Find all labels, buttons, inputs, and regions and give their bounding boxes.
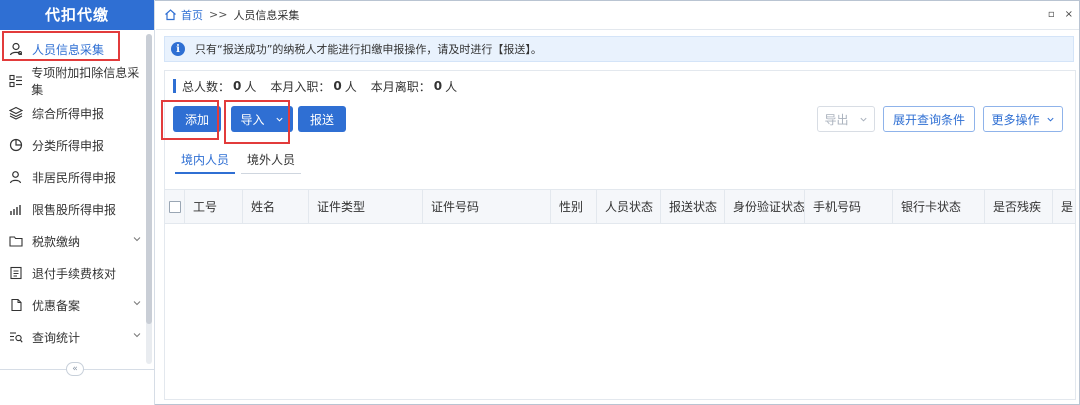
sidebar-item-special-deduction[interactable]: 专项附加扣除信息采集 [0,65,146,97]
sidebar-item-label: 人员信息采集 [32,42,105,57]
stats-accent-bar [173,79,176,93]
sidebar: 代扣代缴 人员信息采集 专项附加扣除信息采集 综合所得申报 分类所得申报 非居民… [0,0,155,405]
breadcrumb-separator: >> [209,8,228,21]
person-tabs: 境内人员 境外人员 [175,151,307,174]
tab-domestic[interactable]: 境内人员 [175,151,236,174]
select-all-cell [165,190,185,224]
sidebar-collapse-button[interactable]: « [66,362,84,376]
column-header[interactable]: 证件类型 [309,190,423,224]
table-header: 工号 姓名 证件类型 证件号码 性别 人员状态 报送状态 身份验证状态 手机号码… [165,190,1075,224]
sidebar-item-nonresident-income[interactable]: 非居民所得申报 [0,161,146,193]
document-icon [8,265,24,281]
info-icon: i [171,42,185,56]
chevron-down-icon [133,333,141,338]
hired-unit: 人 [344,79,357,94]
chevron-down-icon [133,301,141,306]
column-header[interactable]: 身份验证状态 [725,190,805,224]
sidebar-item-restricted-shares[interactable]: 限售股所得申报 [0,193,146,225]
total-value: 0 [233,79,242,93]
column-header[interactable]: 是否残疾 [985,190,1053,224]
sidebar-item-label: 专项附加扣除信息采集 [31,66,140,97]
column-header[interactable]: 性别 [551,190,597,224]
column-header[interactable]: 银行卡状态 [893,190,985,224]
hired-value: 0 [333,79,342,93]
list-icon [8,73,23,89]
left-unit: 人 [445,79,458,94]
import-button-label: 导入 [240,112,265,127]
sidebar-item-label: 优惠备案 [32,298,81,313]
sidebar-item-refund-check[interactable]: 退付手续费核对 [0,257,146,289]
sidebar-item-label: 退付手续费核对 [32,266,117,281]
breadcrumb-current: 人员信息采集 [233,8,300,22]
person-icon [8,41,24,57]
main-content: 首页 >> 人员信息采集 ▫ × i 只有“报送成功”的纳税人才能进行扣缴申报操… [156,0,1079,405]
chevron-down-icon [133,237,141,242]
sidebar-item-classified-income[interactable]: 分类所得申报 [0,129,146,161]
content-panel: 总人数： 0 人 本月入职： 0 人 本月离职： 0 人 添加 导入 报送 导出… [164,70,1076,400]
add-button[interactable]: 添加 [173,106,221,132]
left-label: 本月离职： [370,79,431,94]
sidebar-item-personnel-info[interactable]: 人员信息采集 [0,33,146,65]
chevron-down-icon [859,117,867,122]
total-unit: 人 [244,79,257,94]
column-header[interactable]: 手机号码 [805,190,893,224]
sidebar-item-label: 非居民所得申报 [32,170,117,185]
sidebar-item-label: 综合所得申报 [32,106,105,121]
personnel-table: 工号 姓名 证件类型 证件号码 性别 人员状态 报送状态 身份验证状态 手机号码… [165,189,1075,399]
export-button[interactable]: 导出 [817,106,875,132]
layers-icon [8,105,24,121]
total-label: 总人数： [182,79,231,94]
user-icon [8,169,24,185]
stats-summary: 总人数： 0 人 本月入职： 0 人 本月离职： 0 人 [173,77,471,95]
sidebar-scrollbar[interactable] [146,34,152,364]
sidebar-item-label: 税款缴纳 [32,234,81,249]
bar-chart-icon [8,201,24,217]
restore-icon[interactable]: ▫ [1048,9,1055,20]
left-value: 0 [433,79,443,93]
column-header[interactable]: 工号 [185,190,243,224]
sidebar-item-comprehensive-income[interactable]: 综合所得申报 [0,97,146,129]
sidebar-item-query-stats[interactable]: 查询统计 [0,321,146,353]
pie-chart-icon [8,137,24,153]
home-icon[interactable] [164,8,177,21]
more-actions-button[interactable]: 更多操作 [983,106,1063,132]
sidebar-item-tax-payment[interactable]: 税款缴纳 [0,225,146,257]
file-icon [8,297,24,313]
column-header[interactable]: 报送状态 [661,190,725,224]
search-list-icon [8,329,24,345]
export-button-label: 导出 [824,112,849,127]
folder-icon [8,233,24,249]
hired-label: 本月入职： [270,79,331,94]
scrollbar-thumb[interactable] [146,34,152,324]
breadcrumb: 首页 >> 人员信息采集 ▫ × [156,0,1079,30]
column-header[interactable]: 人员状态 [597,190,661,224]
sidebar-title: 代扣代缴 [0,0,154,30]
select-all-checkbox[interactable] [168,201,181,213]
close-icon[interactable]: × [1065,9,1073,20]
tab-foreign[interactable]: 境外人员 [241,151,302,174]
chevron-down-icon [275,117,283,122]
expand-query-button[interactable]: 展开查询条件 [883,106,975,132]
import-button[interactable]: 导入 [231,106,293,132]
breadcrumb-home-link[interactable]: 首页 [181,7,203,23]
sidebar-item-preferential-filing[interactable]: 优惠备案 [0,289,146,321]
column-header[interactable]: 证件号码 [423,190,551,224]
sidebar-item-label: 限售股所得申报 [32,202,117,217]
sidebar-item-label: 查询统计 [32,330,81,345]
sidebar-item-label: 分类所得申报 [32,138,105,153]
notice-text: 只有“报送成功”的纳税人才能进行扣缴申报操作，请及时进行【报送】。 [195,43,542,56]
more-actions-label: 更多操作 [991,112,1040,127]
column-header[interactable]: 姓名 [243,190,309,224]
submit-button[interactable]: 报送 [298,106,346,132]
chevron-down-icon [1046,117,1054,122]
notice-banner: i 只有“报送成功”的纳税人才能进行扣缴申报操作，请及时进行【报送】。 [164,36,1074,62]
window-controls: ▫ × [1048,9,1073,20]
column-header[interactable]: 是 [1053,190,1075,224]
